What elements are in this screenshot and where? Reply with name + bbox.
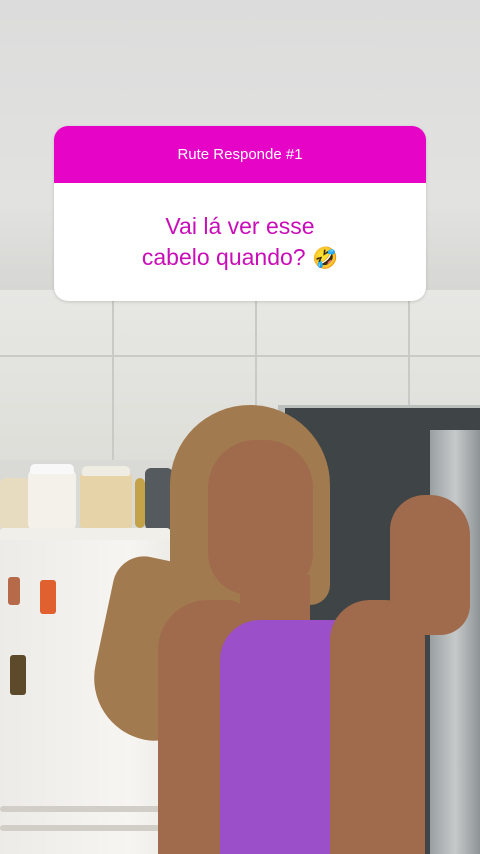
jar-icon [80, 472, 132, 530]
question-sticker-title: Rute Responde #1 [177, 146, 303, 163]
question-sticker-body: Vai lá ver esse cabelo quando? 🤣 [54, 183, 426, 301]
question-sticker[interactable]: Rute Responde #1 Vai lá ver esse cabelo … [54, 126, 426, 301]
sliding-door [430, 430, 480, 854]
question-line-1: Vai lá ver esse [165, 212, 315, 239]
jar-icon [0, 478, 30, 530]
question-line-2: cabelo quando? [141, 243, 306, 270]
person-face [208, 440, 313, 595]
person-hand [390, 495, 470, 635]
rofl-emoji-icon: 🤣 [311, 246, 339, 270]
question-text: Vai lá ver esse cabelo quando? 🤣 [142, 211, 338, 274]
jar-icon [28, 470, 76, 530]
jar-icon [145, 468, 173, 530]
jar-icon [135, 478, 145, 528]
question-sticker-header: Rute Responde #1 [54, 126, 426, 183]
